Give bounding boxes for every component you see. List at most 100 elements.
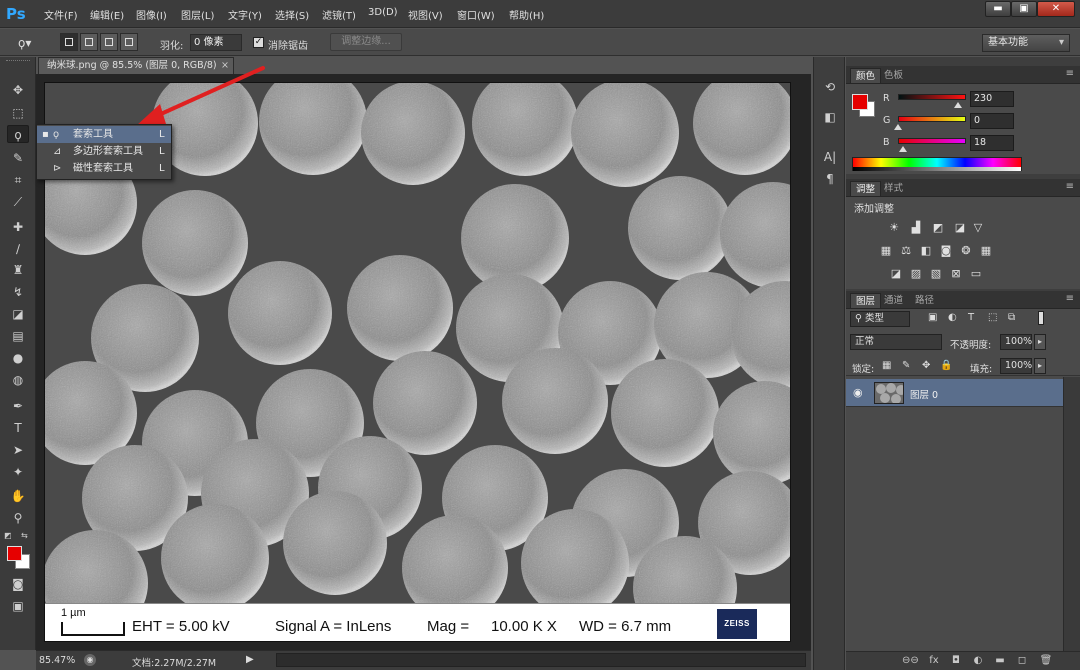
color-spectrum[interactable] xyxy=(852,157,1022,171)
threshold-icon[interactable]: ▧ xyxy=(928,267,944,280)
link-layers-icon[interactable]: ⊖⊖ xyxy=(902,654,919,668)
restore-button[interactable]: ▣ xyxy=(1011,1,1037,17)
curves-icon[interactable]: ◩ xyxy=(930,221,946,234)
tool-preset-lasso-icon[interactable]: ϙ▾ xyxy=(18,35,48,51)
black-white-icon[interactable]: ◧ xyxy=(918,244,934,257)
channel-r-value[interactable]: 230 xyxy=(970,91,1014,107)
color-balance-icon[interactable]: ⚖ xyxy=(898,244,914,257)
pen-icon[interactable]: ✒ xyxy=(7,397,29,415)
menu-3d[interactable]: 3D(D) xyxy=(368,7,398,18)
filter-toggle[interactable] xyxy=(1038,311,1044,325)
filter-pixel-icon[interactable]: ▣ xyxy=(928,312,937,323)
move-icon[interactable]: ✥ xyxy=(7,81,29,99)
menu-layer[interactable]: 图层(L) xyxy=(181,7,214,22)
channel-b-value[interactable]: 18 xyxy=(970,135,1014,151)
menu-select[interactable]: 选择(S) xyxy=(275,7,309,22)
intersect-selection-button[interactable] xyxy=(120,33,138,51)
quick-select-icon[interactable]: ✎ xyxy=(7,149,29,167)
lock-position-icon[interactable]: ✥ xyxy=(922,360,930,371)
opacity-input[interactable]: 100% xyxy=(1000,334,1032,350)
menu-file[interactable]: 文件(F) xyxy=(44,7,78,22)
close-window-button[interactable]: ✕ xyxy=(1037,1,1075,17)
workspace-select[interactable]: 基本功能 ▾ xyxy=(982,34,1070,52)
lock-all-icon[interactable]: 🔒 xyxy=(940,360,952,371)
crop-icon[interactable]: ⌗ xyxy=(7,171,29,189)
history-panel-icon[interactable]: ⟲ xyxy=(822,79,838,95)
layers-scrollbar[interactable] xyxy=(1063,377,1080,651)
filter-smart-object-icon[interactable]: ⧉ xyxy=(1008,312,1015,323)
blur-icon[interactable]: ● xyxy=(7,349,29,367)
channel-mixer-icon[interactable]: ❂ xyxy=(958,244,974,257)
channel-b-slider[interactable] xyxy=(898,138,966,144)
path-select-icon[interactable]: ➤ xyxy=(7,441,29,459)
flyout-polygonal-lasso-tool[interactable]: ⊿ 多边形套索工具 L xyxy=(37,143,171,160)
tab-layers[interactable]: 图层 xyxy=(850,293,882,308)
hue-saturation-icon[interactable]: ▦ xyxy=(878,244,894,257)
tab-swatches[interactable]: 色板 xyxy=(879,68,908,83)
status-menu-arrow-icon[interactable]: ▶ xyxy=(246,654,254,665)
channel-g-thumb[interactable] xyxy=(894,124,902,130)
posterize-icon[interactable]: ▨ xyxy=(908,267,924,280)
dodge-icon[interactable]: ◍ xyxy=(7,371,29,389)
flyout-magnetic-lasso-tool[interactable]: ⊳ 磁性套索工具 L xyxy=(37,160,171,177)
eye-icon[interactable]: ◉ xyxy=(853,386,863,399)
gradient-map-icon[interactable]: ▭ xyxy=(968,267,984,280)
channel-g-value[interactable]: 0 xyxy=(970,113,1014,129)
tab-adjustments[interactable]: 调整 xyxy=(850,181,882,196)
opacity-dropdown-icon[interactable]: ▸ xyxy=(1034,334,1046,350)
blend-mode-select[interactable]: 正常 xyxy=(850,334,942,350)
layer-name[interactable]: 图层 0 xyxy=(910,387,938,401)
layer-style-icon[interactable]: fx xyxy=(926,654,942,668)
panel-menu-icon[interactable]: ≡ xyxy=(1066,181,1074,192)
default-colors-icon[interactable]: ◩ xyxy=(4,531,14,541)
filter-type-icon[interactable]: T xyxy=(968,312,974,323)
foreground-color-swatch[interactable] xyxy=(7,546,22,561)
menu-filter[interactable]: 滤镜(T) xyxy=(322,7,356,22)
zoom-icon[interactable]: ⚲ xyxy=(7,509,29,527)
menu-help[interactable]: 帮助(H) xyxy=(509,7,544,22)
flyout-lasso-tool[interactable]: ▪ ϙ 套索工具 L xyxy=(37,126,171,143)
menu-image[interactable]: 图像(I) xyxy=(136,7,167,22)
character-panel-icon[interactable]: A| xyxy=(822,149,838,165)
filter-shape-icon[interactable]: ⬚ xyxy=(988,312,997,323)
zoom-level[interactable]: 85.47% xyxy=(39,655,75,666)
brightness-icon[interactable]: ☀ xyxy=(886,221,902,234)
feather-input[interactable]: 0 像素 xyxy=(190,34,242,51)
filter-adjustment-icon[interactable]: ◐ xyxy=(948,312,957,323)
lasso-icon[interactable]: ϙ xyxy=(7,125,29,143)
clone-stamp-icon[interactable]: ♜ xyxy=(7,261,29,279)
marquee-icon[interactable]: ⬚ xyxy=(7,104,29,122)
layer-row[interactable]: ◉ 图层 0 xyxy=(846,379,1063,407)
exposure-icon[interactable]: ◪ xyxy=(952,221,968,234)
tab-color[interactable]: 颜色 xyxy=(850,68,882,83)
eyedropper-icon[interactable]: ⟋ xyxy=(7,193,29,211)
menu-edit[interactable]: 编辑(E) xyxy=(90,7,124,22)
brush-icon[interactable]: ∕ xyxy=(7,240,29,258)
lock-transparent-icon[interactable]: ▦ xyxy=(882,360,891,371)
tab-styles[interactable]: 样式 xyxy=(879,181,908,196)
tab-paths[interactable]: 路径 xyxy=(910,293,939,308)
vibrance-icon[interactable]: ▽ xyxy=(970,221,986,234)
color-lookup-icon[interactable]: ▦ xyxy=(978,244,994,257)
channel-b-thumb[interactable] xyxy=(899,146,907,152)
panel-menu-icon[interactable]: ≡ xyxy=(1066,68,1074,79)
history-brush-icon[interactable]: ↯ xyxy=(7,283,29,301)
channel-r-slider[interactable] xyxy=(898,94,966,100)
fill-input[interactable]: 100% xyxy=(1000,358,1032,374)
menu-type[interactable]: 文字(Y) xyxy=(228,7,262,22)
new-layer-icon[interactable]: ◻ xyxy=(1014,654,1030,668)
antialias-checkbox[interactable]: ✓ xyxy=(253,37,264,48)
add-mask-icon[interactable]: ◘ xyxy=(948,654,964,668)
status-info-icon[interactable]: ◉ xyxy=(84,654,96,666)
minimize-button[interactable]: ▬ xyxy=(985,1,1011,17)
shape-icon[interactable]: ✦ xyxy=(7,463,29,481)
swap-colors-icon[interactable]: ⇆ xyxy=(21,531,31,541)
tab-channels[interactable]: 通道 xyxy=(879,293,908,308)
eraser-icon[interactable]: ◪ xyxy=(7,305,29,323)
new-group-icon[interactable]: ▬ xyxy=(992,654,1008,668)
panel-menu-icon[interactable]: ≡ xyxy=(1066,293,1074,304)
channel-g-slider[interactable] xyxy=(898,116,966,122)
selective-color-icon[interactable]: ⊠ xyxy=(948,267,964,280)
menu-window[interactable]: 窗口(W) xyxy=(457,7,495,22)
levels-icon[interactable]: ▟ xyxy=(908,221,924,234)
